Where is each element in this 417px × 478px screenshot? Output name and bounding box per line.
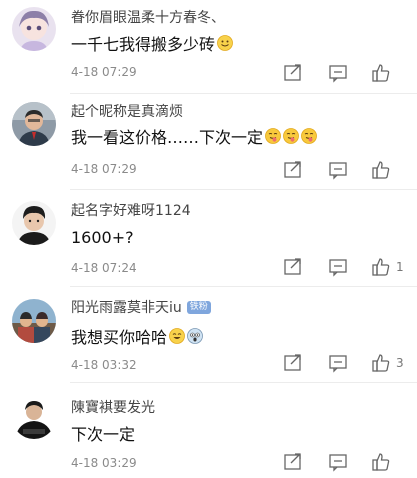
thumbs-up-icon[interactable] xyxy=(370,352,392,374)
comment-text: 我想买你哈哈 xyxy=(71,328,168,347)
share-icon[interactable] xyxy=(282,256,304,278)
avatar[interactable] xyxy=(12,395,56,439)
username[interactable]: 陳寶褀要发光 xyxy=(71,397,155,417)
timestamp: 4-18 07:29 xyxy=(71,65,137,79)
like-count: 3 xyxy=(396,356,404,370)
timestamp: 4-18 07:29 xyxy=(71,162,137,176)
username[interactable]: 眷你眉眼温柔十方春冬、 xyxy=(71,7,225,27)
comment-text: 一千七我得搬多少砖 xyxy=(71,35,216,54)
username[interactable]: 阳光雨露莫非天iu xyxy=(71,297,182,317)
comment-icon[interactable] xyxy=(327,256,349,278)
tongue-emoji xyxy=(265,128,281,144)
username[interactable]: 起个昵称是真滴烦 xyxy=(71,101,183,121)
comment-text-row: 我一看这价格……下次一定 xyxy=(71,124,317,148)
avatar[interactable] xyxy=(12,201,56,245)
comment-icon[interactable] xyxy=(327,451,349,473)
timestamp: 4-18 03:29 xyxy=(71,456,137,470)
timestamp: 4-18 03:32 xyxy=(71,358,137,372)
comment-item: 阳光雨露莫非天iu 铁粉 我想买你哈哈 4-18 03:32 xyxy=(0,287,417,382)
comment-text-row: 一千七我得搬多少砖 xyxy=(71,31,233,55)
like-count: 1 xyxy=(396,260,404,274)
thumbs-up-icon[interactable] xyxy=(370,256,392,278)
shock-emoji xyxy=(187,328,203,344)
share-icon[interactable] xyxy=(282,352,304,374)
comment-text-row: 我想买你哈哈 xyxy=(71,324,203,348)
comment-icon[interactable] xyxy=(327,352,349,374)
comment-icon[interactable] xyxy=(327,62,349,84)
thumbs-up-icon[interactable] xyxy=(370,159,392,181)
avatar[interactable] xyxy=(12,102,56,146)
smile-emoji xyxy=(217,35,233,51)
share-icon[interactable] xyxy=(282,159,304,181)
fan-badge: 铁粉 xyxy=(186,300,211,314)
tongue-emoji xyxy=(283,128,299,144)
comment-text: 我一看这价格……下次一定 xyxy=(71,128,264,147)
comment-text: 下次一定 xyxy=(71,425,136,444)
comment-item: 陳寶褀要发光 下次一定 4-18 03:29 xyxy=(0,383,417,478)
thumbs-up-icon[interactable] xyxy=(370,451,392,473)
tongue-emoji xyxy=(301,128,317,144)
comment-text: 1600+? xyxy=(71,227,134,247)
comment-text-row: 1600+? xyxy=(71,225,134,249)
comment-icon[interactable] xyxy=(327,159,349,181)
avatar[interactable] xyxy=(12,299,56,343)
comment-text-row: 下次一定 xyxy=(71,421,135,445)
comment-item: 起名字好难呀1124 1600+? 4-18 07:24 xyxy=(0,190,417,286)
share-icon[interactable] xyxy=(282,451,304,473)
username[interactable]: 起名字好难呀1124 xyxy=(71,200,191,220)
avatar[interactable] xyxy=(12,7,56,51)
comment-item: 起个昵称是真滴烦 我一看这价格……下次一定 4-18 07:29 xyxy=(0,94,417,188)
timestamp: 4-18 07:24 xyxy=(71,261,137,275)
share-icon[interactable] xyxy=(282,62,304,84)
thumbs-up-icon[interactable] xyxy=(370,62,392,84)
grin-emoji xyxy=(169,328,185,344)
comment-item: 眷你眉眼温柔十方春冬、 一千七我得搬多少砖 4-18 07:29 xyxy=(0,0,417,94)
